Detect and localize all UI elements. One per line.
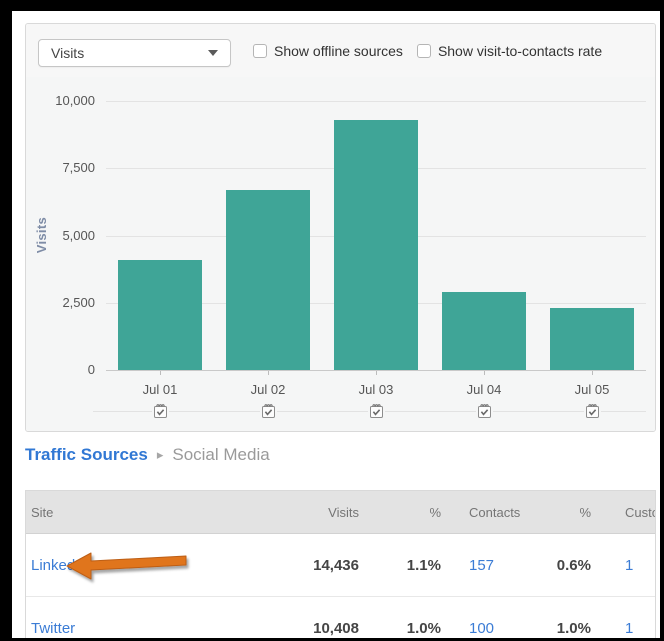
y-tick-label: 7,500 (62, 160, 95, 176)
bar-jul-01[interactable] (118, 259, 202, 370)
x-label-jul-02: Jul 02 (250, 382, 286, 397)
column-header-contacts: Contacts (469, 504, 521, 520)
toolbar-checkboxes: Show offline sources Show visit-to-contac… (253, 24, 602, 77)
table-cell: LinkedIn (31, 534, 88, 596)
visits-pct-value: 1.0% (406, 619, 441, 637)
column-header-: % (429, 504, 441, 520)
table-row-linkedin: LinkedIn 14,436 1.1% 157 0.6% 1 (26, 534, 655, 597)
contacts-link[interactable]: 157 (469, 557, 494, 574)
contacts-pct-value: 0.6% (556, 556, 591, 574)
table-header-row: Site Visits% Contacts% Customers (26, 491, 655, 534)
x-tick (160, 371, 161, 375)
table-cell: 1 (619, 534, 633, 596)
x-tick (484, 371, 485, 375)
customers-link[interactable]: 1 (625, 620, 633, 637)
table-cell: 14,436 (313, 534, 359, 596)
table-body: LinkedIn 14,436 1.1% 157 0.6% 1 Twitter 10,408 1… (26, 534, 655, 638)
contacts-link[interactable]: 100 (469, 620, 494, 637)
checkbox-box[interactable] (253, 43, 267, 58)
calendar-check-icon-jul-02[interactable] (259, 403, 277, 420)
checkbox-box[interactable] (416, 43, 431, 58)
site-link-linkedin[interactable]: LinkedIn (31, 557, 88, 574)
table-cell: 1.0% (557, 597, 591, 638)
calendar-check-icon-jul-01[interactable] (151, 403, 169, 420)
traffic-sources-table: Site Visits% Contacts% Customers LinkedIn 14… (25, 490, 656, 638)
calendar-check-icon-jul-03[interactable] (367, 403, 385, 420)
column-header-customers: Customers (625, 504, 655, 520)
y-tick-label: 0 (87, 362, 95, 377)
table-cell: 1 (619, 597, 633, 638)
chevron-down-icon (208, 50, 218, 56)
chart-panel: Visits Show offline sources Show visit-to… (25, 23, 656, 432)
page-content: Visits Show offline sources Show visit-to… (12, 11, 660, 638)
breadcrumb-traffic-sources-link[interactable]: Traffic Sources (25, 445, 148, 465)
x-label-jul-01: Jul 01 (142, 382, 178, 397)
customers-link[interactable]: 1 (625, 557, 633, 574)
x-label-jul-05: Jul 05 (574, 382, 610, 397)
breadcrumb: Traffic Sources ▸ Social Media (25, 445, 270, 465)
breadcrumb-current-page: Social Media (172, 445, 270, 464)
metric-dropdown-value: Visits (51, 45, 85, 61)
x-tick (268, 371, 269, 375)
bar-jul-02[interactable] (226, 189, 310, 370)
breadcrumb-separator-icon: ▸ (156, 447, 164, 462)
y-tick-label: 5,000 (62, 227, 95, 243)
column-header-visits: Visits (328, 504, 359, 520)
checkbox-label: Show offline sources (274, 42, 403, 59)
calendar-check-icon-jul-05[interactable] (583, 403, 601, 420)
column-header-: % (579, 504, 591, 520)
site-link-twitter[interactable]: Twitter (31, 620, 75, 637)
screenshot-frame: Visits Show offline sources Show visit-to… (0, 0, 664, 641)
table-cell: 0.6% (557, 534, 591, 596)
visits-pct-value: 1.1% (406, 556, 441, 574)
column-header-site: Site (31, 504, 54, 520)
checkbox-show-visit-to-contacts-rate[interactable]: Show visit-to-contacts rate (416, 42, 603, 59)
metric-dropdown[interactable]: Visits (38, 39, 231, 67)
bar-jul-04[interactable] (442, 291, 526, 370)
x-label-jul-04: Jul 04 (466, 382, 502, 397)
table-row-twitter: Twitter 10,408 1.0% 100 1.0% 1 (26, 597, 655, 638)
table-cell: 10,408 (313, 597, 359, 638)
table-cell: 100 (469, 597, 494, 638)
x-tick (376, 371, 377, 375)
chart-toolbar: Visits Show offline sources Show visit-to… (26, 24, 655, 78)
bar-jul-05[interactable] (550, 308, 634, 370)
gridline-10000 (106, 101, 646, 102)
visits-value: 10,408 (313, 619, 359, 637)
checkbox-show-offline-sources[interactable]: Show offline sources (253, 43, 403, 59)
table-cell: 1.0% (407, 597, 441, 638)
y-tick-label: 10,000 (55, 93, 95, 108)
table-cell: 1.1% (407, 534, 441, 596)
table-cell: Twitter (31, 597, 75, 638)
table-cell: 157 (469, 534, 494, 596)
x-label-jul-03: Jul 03 (358, 382, 394, 397)
x-tick (592, 371, 593, 375)
visits-value: 14,436 (313, 556, 359, 574)
contacts-pct-value: 1.0% (556, 619, 591, 637)
y-tick-label: 2,500 (62, 294, 95, 310)
calendar-check-icon-jul-04[interactable] (475, 403, 493, 420)
visits-bar-chart: Visits 0 2,500 5,000 7,500 10,000 Jul 01 Jul … (26, 77, 655, 431)
bar-jul-03[interactable] (334, 119, 418, 370)
checkbox-label: Show visit-to-contacts rate (437, 42, 603, 59)
